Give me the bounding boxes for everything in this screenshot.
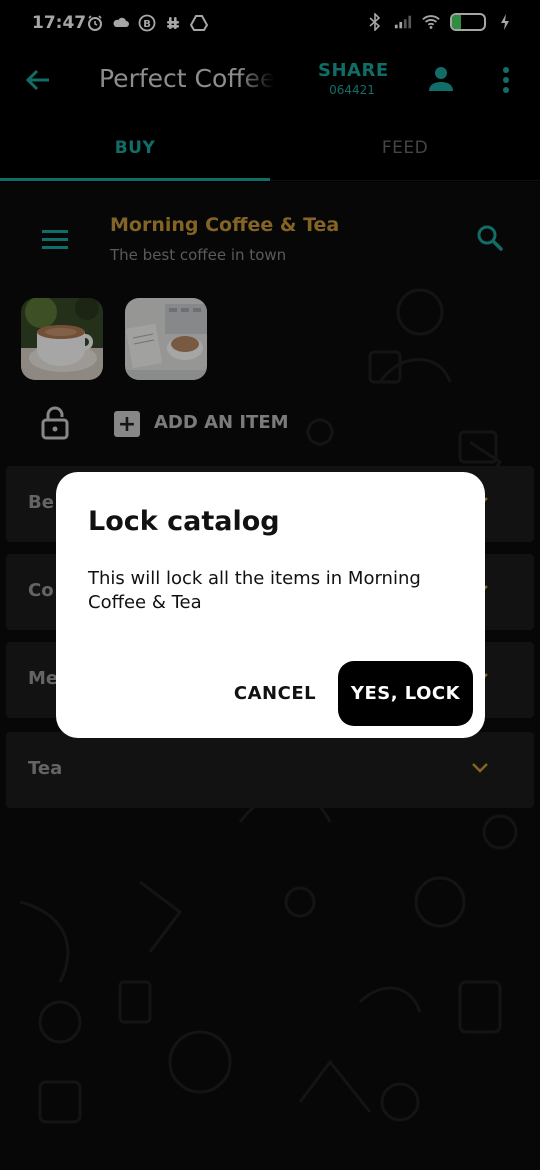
dialog-title: Lock catalog [88,506,280,537]
dialog-message: This will lock all the items in Morning … [88,568,421,613]
cancel-button[interactable]: CANCEL [224,661,326,725]
lock-catalog-dialog: Lock catalog This will lock all the item… [56,472,485,738]
confirm-lock-button[interactable]: YES, LOCK [338,661,473,726]
